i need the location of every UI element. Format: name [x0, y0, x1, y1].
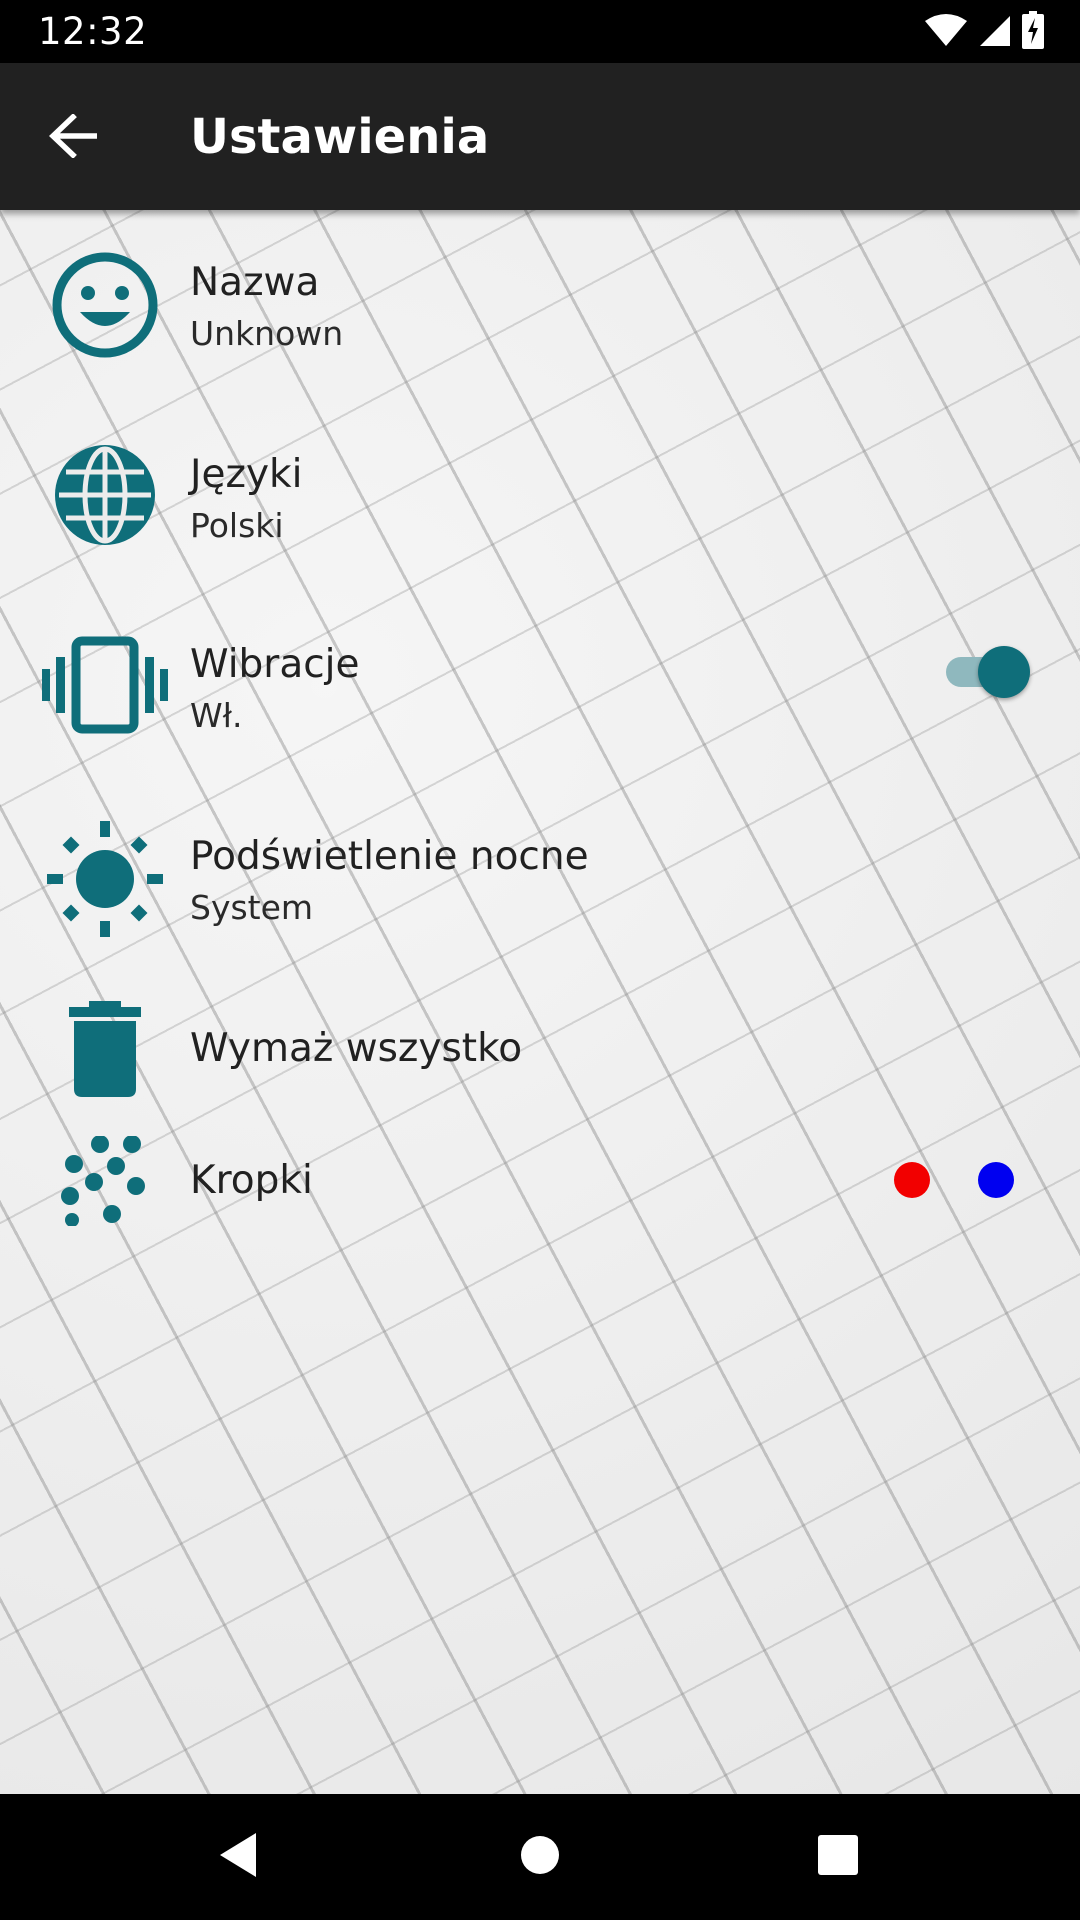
setting-row-languages[interactable]: Języki Polski [0, 398, 1080, 590]
dots-icon [38, 1114, 172, 1248]
nav-home-button[interactable] [507, 1824, 573, 1890]
setting-title: Podświetlenie nocne [190, 834, 589, 879]
dot-color-1[interactable] [894, 1162, 930, 1198]
setting-title: Wymaż wszystko [190, 1026, 523, 1071]
setting-row-name[interactable]: Nazwa Unknown [0, 210, 1080, 398]
setting-subtitle: System [190, 888, 314, 927]
nav-back-button[interactable] [205, 1824, 271, 1890]
dot-color-2[interactable] [978, 1162, 1014, 1198]
cell-signal-icon [978, 13, 1012, 51]
back-button[interactable] [30, 105, 116, 171]
brightness-icon [38, 812, 172, 946]
setting-row-erase-all[interactable]: Wymaż wszystko [0, 974, 1080, 1122]
setting-title: Kropki [190, 1158, 313, 1203]
home-circle-icon [520, 1835, 560, 1879]
navigation-bar [0, 1794, 1080, 1920]
globe-icon [38, 428, 172, 562]
setting-row-vibration[interactable]: Wibracje Wł. [0, 590, 1080, 782]
settings-list: Nazwa Unknown Języki Polski Wibracje Wł.… [0, 210, 1080, 1794]
recents-square-icon [817, 1834, 859, 1880]
wifi-icon [924, 13, 968, 51]
switch-thumb [978, 646, 1030, 698]
app-bar: Ustawienia [0, 63, 1080, 210]
setting-subtitle: Wł. [190, 696, 243, 735]
smiley-face-icon [38, 238, 172, 372]
setting-title: Nazwa [190, 260, 320, 305]
trash-icon [38, 982, 172, 1116]
setting-title: Wibracje [190, 642, 360, 687]
setting-title: Języki [190, 452, 303, 497]
battery-charging-icon [1022, 11, 1044, 53]
setting-row-dots[interactable]: Kropki [0, 1122, 1080, 1262]
status-bar: 12:32 [0, 0, 1080, 63]
status-time: 12:32 [38, 10, 148, 53]
setting-subtitle: Unknown [190, 314, 344, 353]
arrow-back-icon [49, 113, 98, 162]
vibration-toggle-switch[interactable] [944, 640, 1030, 698]
page-title: Ustawienia [190, 109, 490, 165]
back-triangle-icon [216, 1831, 260, 1883]
status-icons [924, 11, 1044, 53]
setting-row-night-light[interactable]: Podświetlenie nocne System [0, 782, 1080, 974]
screen: 12:32 Ustawienia Nazwa Unknown Języki Po… [0, 0, 1080, 1920]
nav-recents-button[interactable] [805, 1824, 871, 1890]
vibration-icon [38, 618, 172, 752]
setting-subtitle: Polski [190, 506, 284, 545]
